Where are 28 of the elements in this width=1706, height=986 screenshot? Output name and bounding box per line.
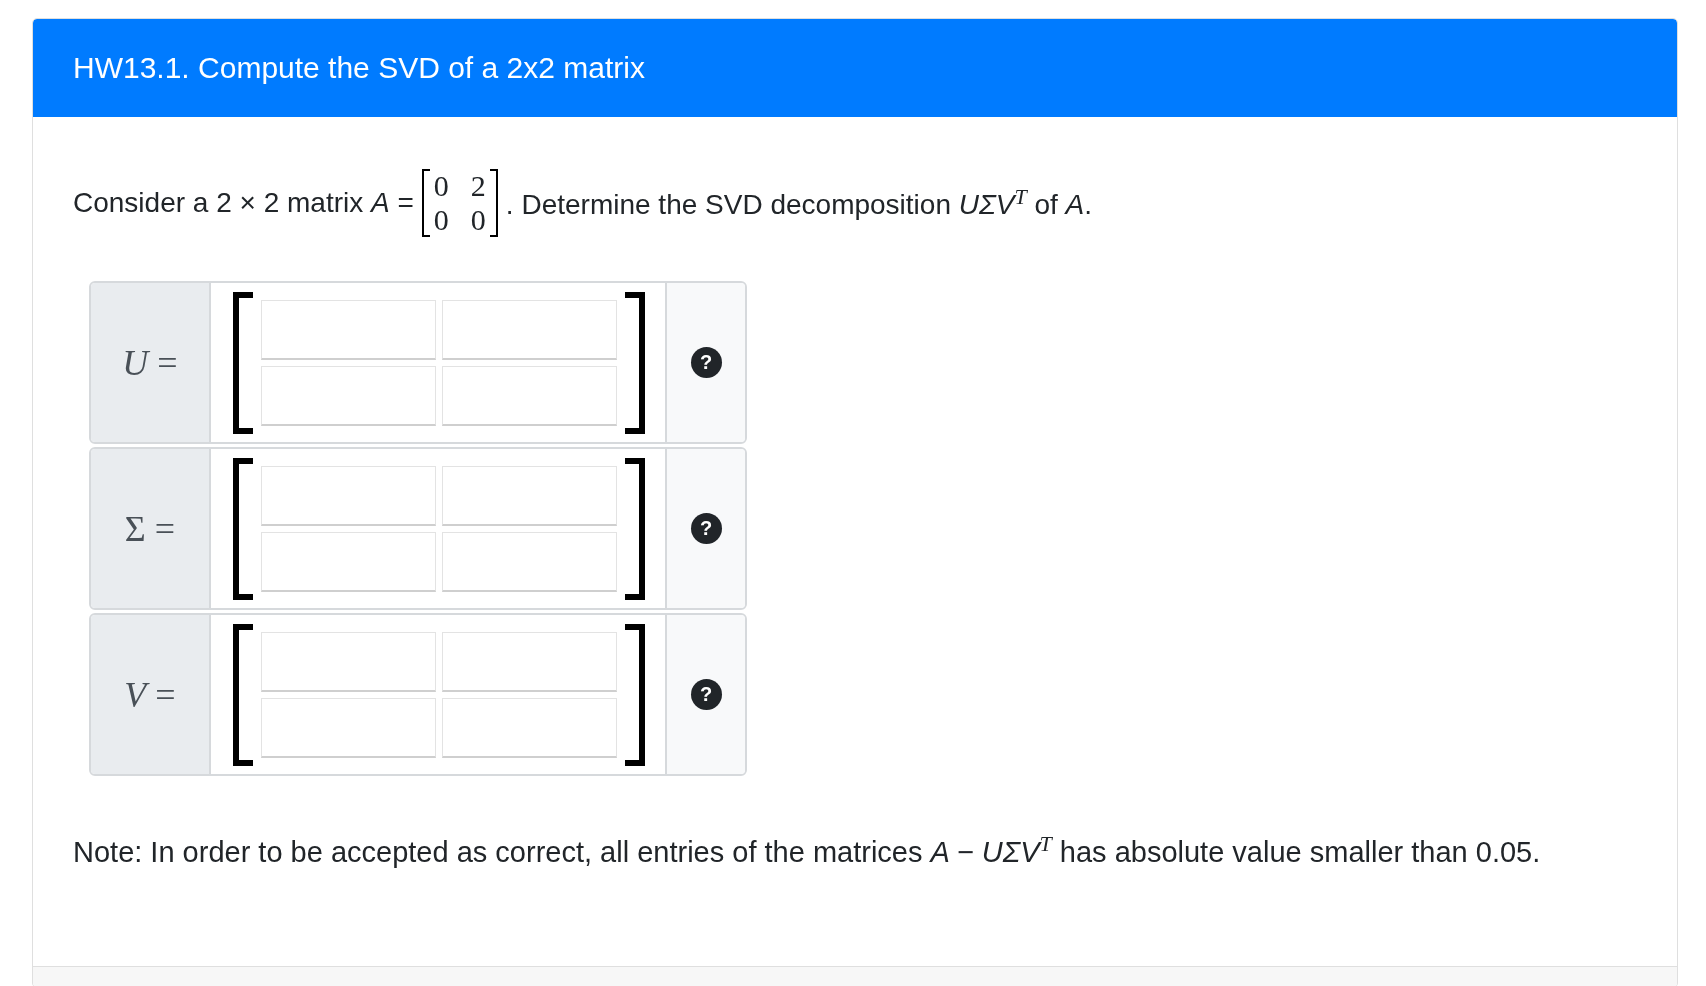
input-field[interactable] <box>442 531 617 592</box>
input-field[interactable] <box>442 631 617 692</box>
input-field[interactable] <box>442 465 617 526</box>
matrix-label: Σ = <box>124 507 176 550</box>
input-field[interactable] <box>442 697 617 758</box>
matrix-entry: 2 <box>470 169 486 203</box>
input-field[interactable] <box>261 531 436 592</box>
input-field[interactable] <box>261 465 436 526</box>
right-bracket <box>489 169 498 237</box>
question-text: Consider a 2 × 2 matrix A = <box>73 187 414 219</box>
input-field[interactable] <box>442 299 617 360</box>
input-field[interactable] <box>261 299 436 360</box>
question-title: HW13.1. Compute the SVD of a 2x2 matrix <box>33 19 1677 117</box>
help-button[interactable]: ? <box>690 513 722 544</box>
matrix-entry: 0 <box>433 169 449 203</box>
input-field[interactable] <box>261 365 436 426</box>
input-field[interactable] <box>442 365 617 426</box>
matrix-entry: 0 <box>470 203 486 237</box>
input-field[interactable] <box>261 631 436 692</box>
question-text: . Determine the SVD decomposition UΣV$^{T}$ of A. <box>505 184 1093 222</box>
note-text: Note: In order to be accepted as correct, all entries of the matrices A − UΣV$^{T}$ has absolute value smaller than 0.05. <box>73 830 1542 870</box>
help-button[interactable]: ? <box>690 679 722 710</box>
input-field[interactable] <box>261 697 436 758</box>
matrix-entry: 0 <box>433 203 449 237</box>
matrix-label: U = <box>122 341 178 384</box>
matrix-label: V = <box>124 673 176 716</box>
help-button[interactable]: ? <box>690 347 722 378</box>
left-bracket <box>421 169 430 237</box>
